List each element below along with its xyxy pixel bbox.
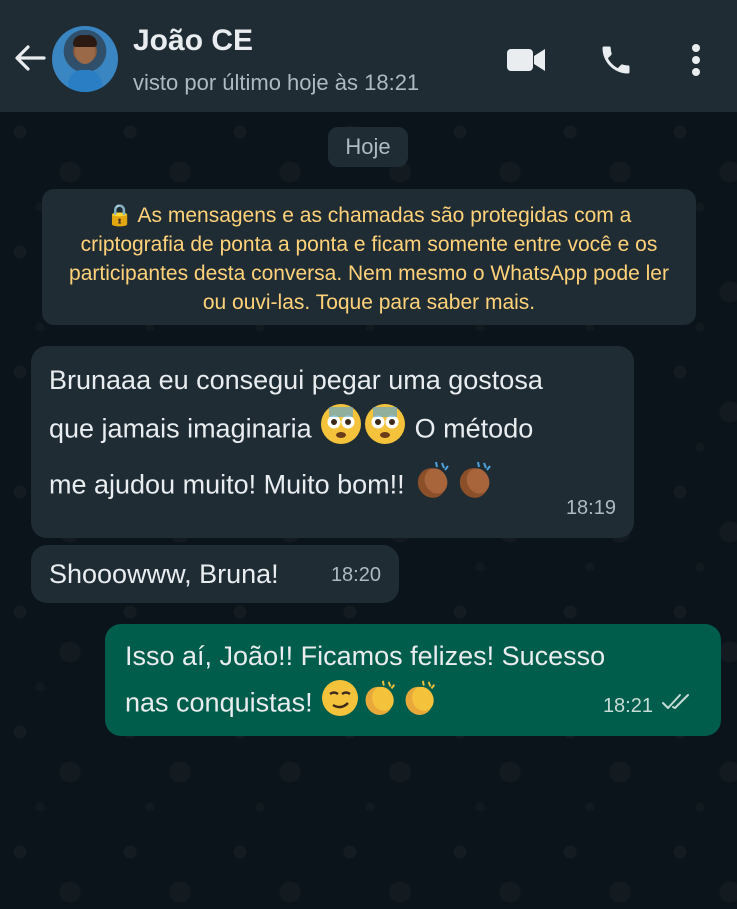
encryption-notice[interactable]: 🔒 As mensagens e as chamadas são protegi… xyxy=(42,189,696,325)
message-text-line: me ajudou muito! Muito bom!! xyxy=(49,459,616,514)
smirking-face-emoji xyxy=(320,678,360,731)
message-text: Shooowww, Bruna! xyxy=(49,559,279,589)
message-text-line: Isso aí, João!! Ficamos felizes! Sucesso xyxy=(125,641,606,671)
message-text-line: Brunaaa eu consegui pegar uma gostosa xyxy=(49,365,543,395)
message-bubble-incoming[interactable]: Brunaaa eu consegui pegar uma gostosa qu… xyxy=(31,346,634,538)
message-timestamp: 18:21 xyxy=(602,695,653,717)
clapping-hands-emoji xyxy=(400,678,440,731)
video-call-icon[interactable] xyxy=(506,40,546,80)
message-text-line: que jamais imaginaria O método xyxy=(49,402,616,459)
more-options-icon[interactable] xyxy=(676,40,716,80)
clapping-hands-emoji xyxy=(360,678,400,731)
message-timestamp: 18:19 xyxy=(565,497,616,519)
back-arrow-icon[interactable] xyxy=(12,40,48,76)
clapping-hands-emoji xyxy=(412,459,454,514)
contact-name[interactable]: João CE xyxy=(133,24,253,58)
message-timestamp: 18:20 xyxy=(330,564,381,586)
last-seen-status: visto por último hoje às 18:21 xyxy=(133,70,420,95)
date-separator: Hoje xyxy=(328,127,408,167)
avatar[interactable] xyxy=(52,26,118,92)
message-bubble-outgoing[interactable]: Isso aí, João!! Ficamos felizes! Sucesso… xyxy=(105,624,721,736)
chat-header: João CE visto por último hoje às 18:21 xyxy=(0,0,737,112)
phone-icon[interactable] xyxy=(596,40,636,80)
flushed-face-emoji xyxy=(363,402,407,459)
message-bubble-incoming[interactable]: Shooowww, Bruna! 18:20 xyxy=(31,545,399,603)
flushed-face-emoji xyxy=(319,402,363,459)
read-receipt-icon xyxy=(661,680,691,724)
clapping-hands-emoji xyxy=(454,459,496,514)
